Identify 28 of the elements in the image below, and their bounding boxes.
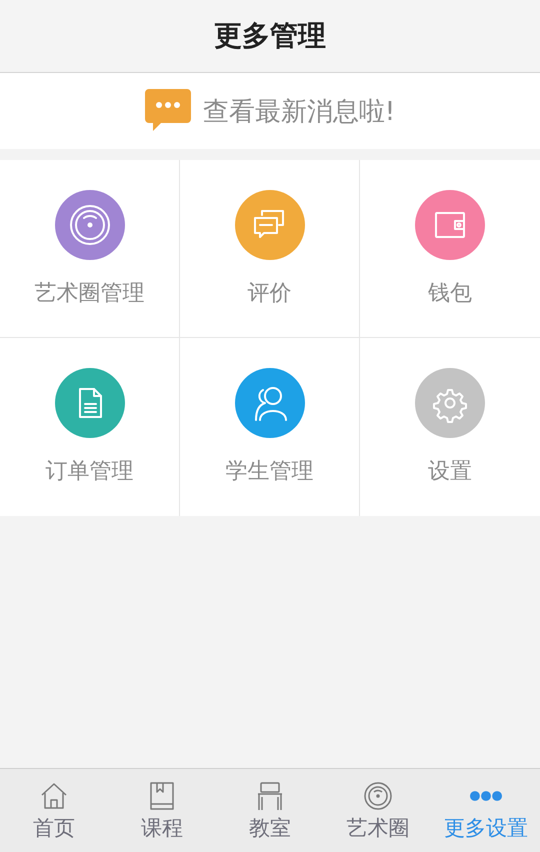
tile-label: 评价 — [248, 280, 292, 308]
tile-label: 订单管理 — [46, 458, 134, 486]
tab-item[interactable]: 更多设置 — [432, 769, 540, 852]
tab-item[interactable]: 艺术圈 — [324, 769, 432, 852]
tile-label: 钱包 — [428, 280, 472, 308]
menu-tile[interactable]: 订单管理 — [0, 338, 180, 516]
tab-item[interactable]: 首页 — [0, 769, 108, 852]
menu-tile[interactable]: 艺术圈管理 — [0, 160, 180, 338]
chat-bubble-icon — [144, 89, 191, 133]
target-icon — [54, 190, 124, 260]
more-icon — [470, 790, 502, 800]
menu-tile[interactable]: 设置 — [360, 338, 540, 516]
document-icon — [54, 368, 124, 438]
page-title: 更多管理 — [214, 18, 326, 54]
menu-tile[interactable]: 学生管理 — [180, 338, 360, 516]
menu-tile[interactable]: 评价 — [180, 160, 360, 338]
menu-tile[interactable]: 钱包 — [360, 160, 540, 338]
tab-item[interactable]: 课程 — [108, 769, 216, 852]
target-icon — [362, 780, 394, 812]
chat-bubbles-icon — [234, 190, 304, 260]
wallet-icon — [415, 190, 485, 260]
tile-label: 设置 — [428, 458, 472, 486]
tile-label: 学生管理 — [226, 458, 314, 486]
settings-icon — [415, 368, 485, 438]
tile-label: 艺术圈管理 — [34, 280, 144, 308]
notice-link[interactable]: 查看最新消息啦! — [202, 94, 396, 128]
tab-item[interactable]: 教室 — [216, 769, 324, 852]
people-icon — [234, 368, 304, 438]
